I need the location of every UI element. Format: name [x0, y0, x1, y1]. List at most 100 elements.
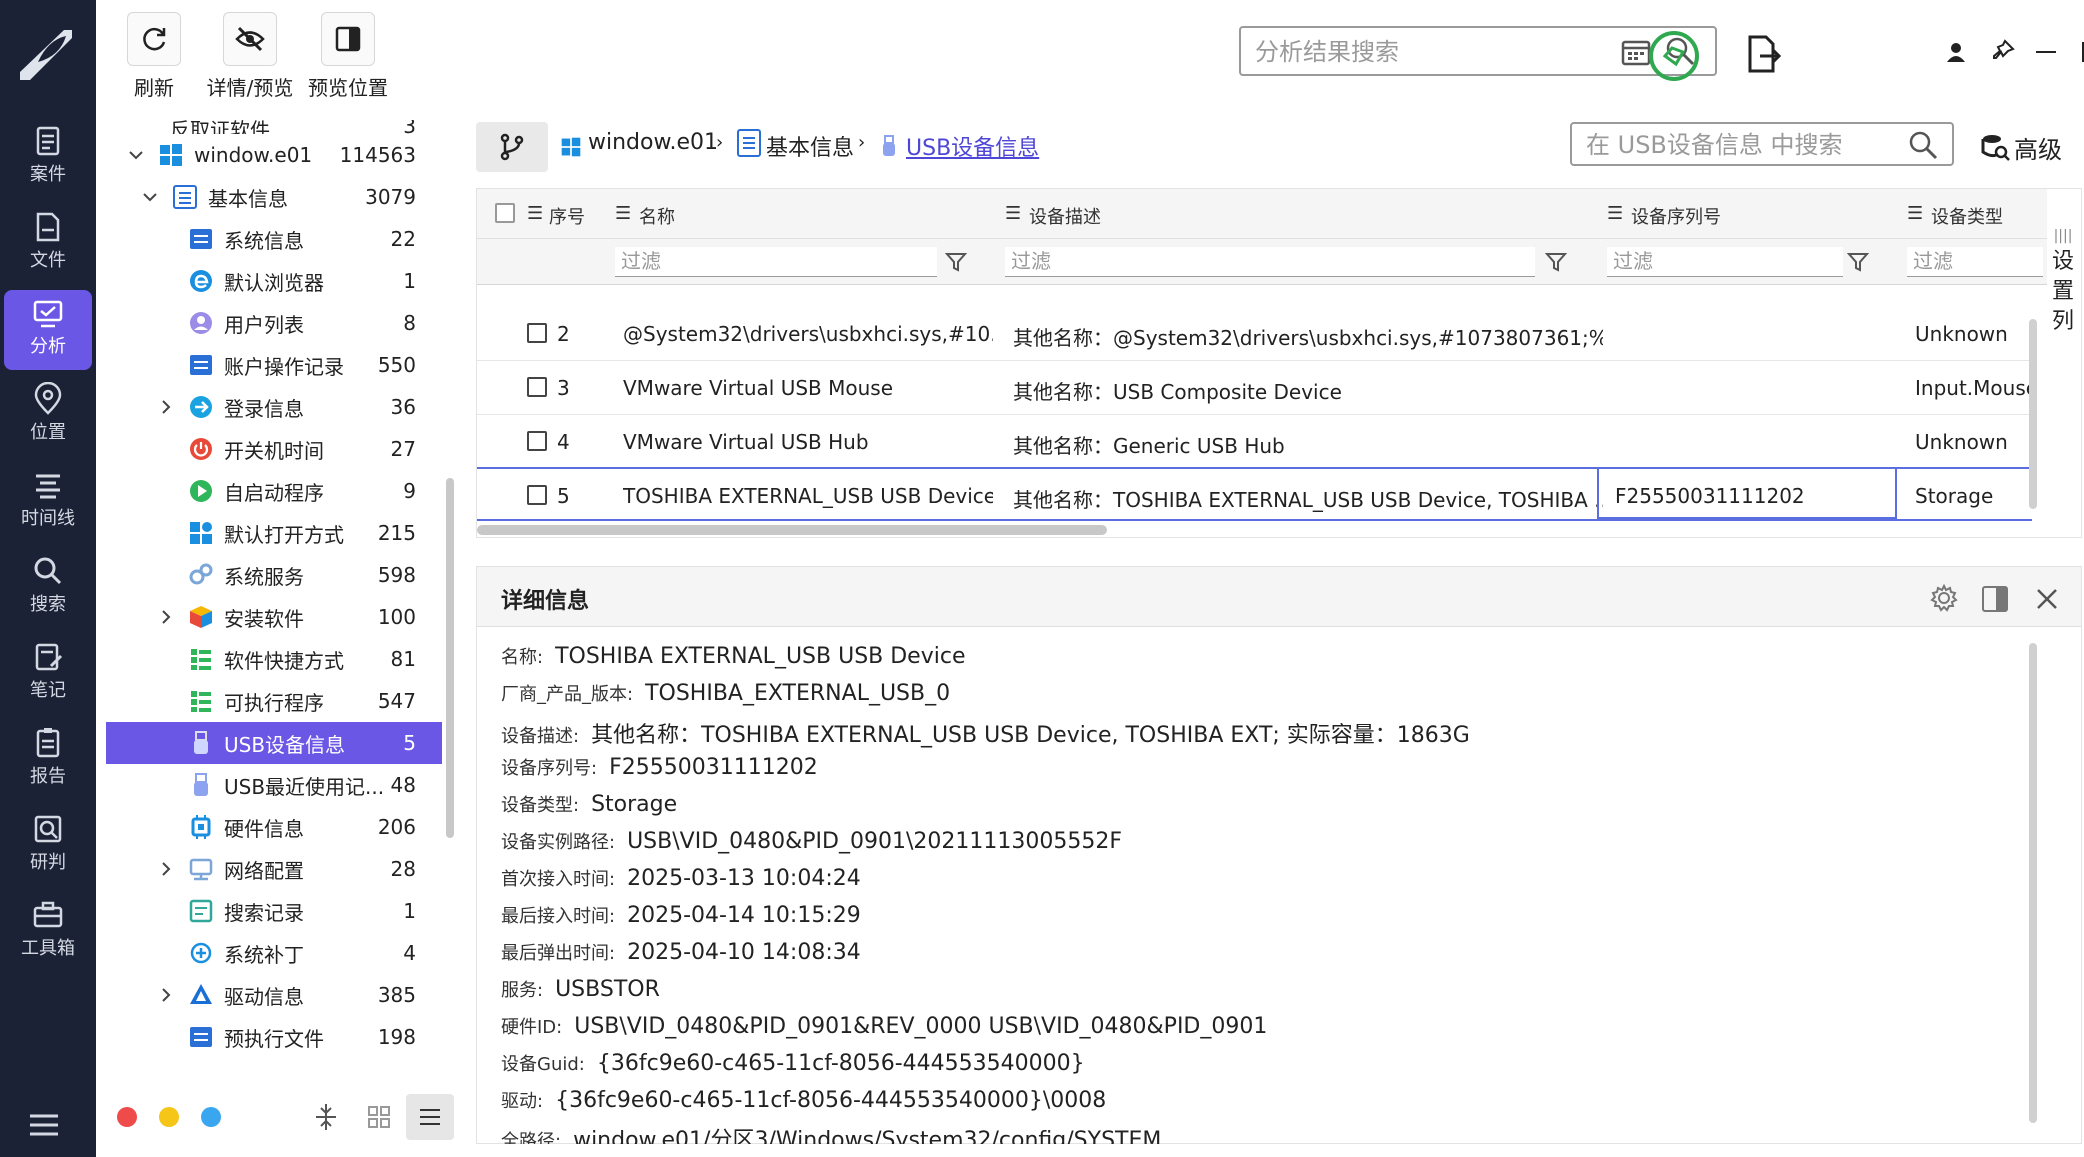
- tree-item-shortcuts[interactable]: 软件快捷方式 81: [106, 638, 442, 680]
- row-checkbox[interactable]: [527, 323, 547, 343]
- calendar-icon[interactable]: [1621, 38, 1651, 66]
- filter-name-input[interactable]: [615, 247, 937, 275]
- cell-description: 其他名称：@System32\drivers\usbxhci.sys,#1073…: [1013, 326, 1603, 350]
- column-header-type[interactable]: 设备类型: [1931, 203, 2003, 229]
- breadcrumb-item-basic-info[interactable]: 基本信息: [766, 130, 854, 162]
- select-all-checkbox[interactable]: [495, 203, 515, 223]
- rail-item-case[interactable]: 案件: [4, 118, 92, 198]
- tree-item-hardware[interactable]: 硬件信息 206: [106, 806, 442, 848]
- tree-item-default-open[interactable]: 默认打开方式 215: [106, 512, 442, 554]
- collapse-icon[interactable]: [312, 1102, 340, 1132]
- column-header-name[interactable]: 名称: [639, 203, 675, 229]
- blue-dot-icon[interactable]: [200, 1106, 222, 1128]
- branch-button[interactable]: [476, 122, 548, 172]
- analysis-search-input[interactable]: [1255, 37, 1615, 67]
- chevron-right-icon[interactable]: [158, 861, 174, 877]
- panel-right-icon[interactable]: [1981, 585, 2009, 613]
- detail-preview-button[interactable]: 详情/预览: [200, 12, 300, 101]
- filter-icon[interactable]: [1545, 251, 1567, 273]
- chevron-down-icon[interactable]: [128, 147, 144, 163]
- user-icon[interactable]: [1944, 40, 1968, 64]
- table-row[interactable]: 4 VMware Virtual USB Hub 其他名称：Generic US…: [477, 415, 2032, 469]
- module-search-input[interactable]: [1586, 130, 1896, 160]
- filter-type-input[interactable]: [1907, 247, 2043, 275]
- chevron-right-icon[interactable]: [158, 609, 174, 625]
- rail-item-file[interactable]: 文件: [4, 204, 92, 284]
- row-checkbox[interactable]: [527, 485, 547, 505]
- row-checkbox[interactable]: [527, 431, 547, 451]
- refresh-button[interactable]: 刷新: [124, 12, 184, 101]
- tree-scrollbar[interactable]: [446, 478, 454, 838]
- table-row[interactable]: 2 @System32\drivers\usbxhci.sys,#10... 其…: [477, 307, 2032, 361]
- rail-item-timeline[interactable]: 时间线: [4, 462, 92, 542]
- rail-item-search[interactable]: 搜索: [4, 548, 92, 628]
- tree-item-root[interactable]: window.e01 114563: [106, 134, 442, 176]
- tree-item-anti-forensics[interactable]: 反取证软件 3: [106, 120, 442, 134]
- rail-item-location[interactable]: 位置: [4, 376, 92, 456]
- tree-item-login-info[interactable]: 登录信息 36: [106, 386, 442, 428]
- column-menu-icon[interactable]: ☰: [1607, 203, 1623, 224]
- table-horizontal-scrollbar[interactable]: [477, 525, 1107, 535]
- minimize-icon[interactable]: [2034, 40, 2058, 64]
- tree-item-power-time[interactable]: 开关机时间 27: [106, 428, 442, 470]
- tree-item-drivers[interactable]: 驱动信息 385: [106, 974, 442, 1016]
- table-row[interactable]: 3 VMware Virtual USB Mouse 其他名称：USB Comp…: [477, 361, 2033, 415]
- column-menu-icon[interactable]: ☰: [1005, 203, 1021, 224]
- close-icon[interactable]: [2035, 587, 2059, 611]
- cell-serial[interactable]: F25550031111202: [1615, 484, 1895, 508]
- column-header-description[interactable]: 设备描述: [1029, 203, 1101, 229]
- tree-item-patches[interactable]: 系统补丁 4: [106, 932, 442, 974]
- column-menu-icon[interactable]: ☰: [527, 203, 543, 224]
- tree-item-network[interactable]: 网络配置 28: [106, 848, 442, 890]
- chevron-right-icon[interactable]: [158, 399, 174, 415]
- row-checkbox[interactable]: [527, 377, 547, 397]
- rail-item-judge[interactable]: 研判: [4, 806, 92, 886]
- rail-item-analysis[interactable]: 分析: [4, 290, 92, 370]
- tree-item-usb-recent[interactable]: USB最近使用记... 48: [106, 764, 442, 806]
- list-view-button[interactable]: [406, 1094, 454, 1140]
- column-settings-button[interactable]: |||| 设置列: [2043, 229, 2083, 337]
- chevron-right-icon[interactable]: [158, 987, 174, 1003]
- tree-item-installed-software[interactable]: 安装软件 100: [106, 596, 442, 638]
- tree-item-system-services[interactable]: 系统服务 598: [106, 554, 442, 596]
- column-header-index[interactable]: 序号: [549, 203, 585, 229]
- shield-check-icon[interactable]: [1648, 30, 1700, 82]
- rail-item-toolbox[interactable]: 工具箱: [4, 892, 92, 972]
- tree-item-account-ops[interactable]: 账户操作记录 550: [106, 344, 442, 386]
- breadcrumb-item-usb[interactable]: USB设备信息: [906, 130, 1039, 162]
- tree-item-search-history[interactable]: 搜索记录 1: [106, 890, 442, 932]
- gear-icon[interactable]: [1929, 583, 1959, 613]
- tree-item-user-list[interactable]: 用户列表 8: [106, 302, 442, 344]
- tree-item-default-browser[interactable]: 默认浏览器 1: [106, 260, 442, 302]
- pin-icon[interactable]: [1990, 38, 2016, 64]
- driver-icon: [190, 984, 212, 1004]
- menu-icon[interactable]: [28, 1112, 60, 1138]
- filter-icon[interactable]: [945, 251, 967, 273]
- chevron-down-icon[interactable]: [142, 189, 158, 205]
- search-icon[interactable]: [1908, 130, 1938, 160]
- tree-item-usb-devices[interactable]: USB设备信息 5: [106, 722, 442, 764]
- rail-item-note[interactable]: 笔记: [4, 634, 92, 714]
- table-vertical-scrollbar[interactable]: [2029, 319, 2037, 509]
- preview-position-button[interactable]: 预览位置: [298, 12, 398, 101]
- tree-item-system-info[interactable]: 系统信息 22: [106, 218, 442, 260]
- filter-serial-input[interactable]: [1607, 247, 1843, 275]
- table-row-selected[interactable]: 5 TOSHIBA EXTERNAL_USB USB Device 其他名称：T…: [477, 467, 2032, 521]
- tree-item-autostart[interactable]: 自启动程序 9: [106, 470, 442, 512]
- red-dot-icon[interactable]: [116, 1106, 138, 1128]
- filter-description-input[interactable]: [1005, 247, 1535, 275]
- export-file-icon[interactable]: [1746, 34, 1782, 74]
- breadcrumb-item-root[interactable]: window.e01: [588, 130, 718, 155]
- column-menu-icon[interactable]: ☰: [1907, 203, 1923, 224]
- rail-item-report[interactable]: 报告: [4, 720, 92, 800]
- maximize-icon[interactable]: [2080, 40, 2084, 64]
- column-menu-icon[interactable]: ☰: [615, 203, 631, 224]
- tree-item-basic-info[interactable]: 基本信息 3079: [106, 176, 442, 218]
- column-header-serial[interactable]: 设备序列号: [1631, 203, 1721, 229]
- grid-view-icon[interactable]: [366, 1104, 392, 1130]
- yellow-dot-icon[interactable]: [158, 1106, 180, 1128]
- filter-icon[interactable]: [1847, 251, 1869, 273]
- tree-item-executables[interactable]: 可执行程序 547: [106, 680, 442, 722]
- detail-scrollbar[interactable]: [2029, 643, 2037, 1123]
- tree-item-prefetch[interactable]: 预执行文件 198: [106, 1016, 442, 1058]
